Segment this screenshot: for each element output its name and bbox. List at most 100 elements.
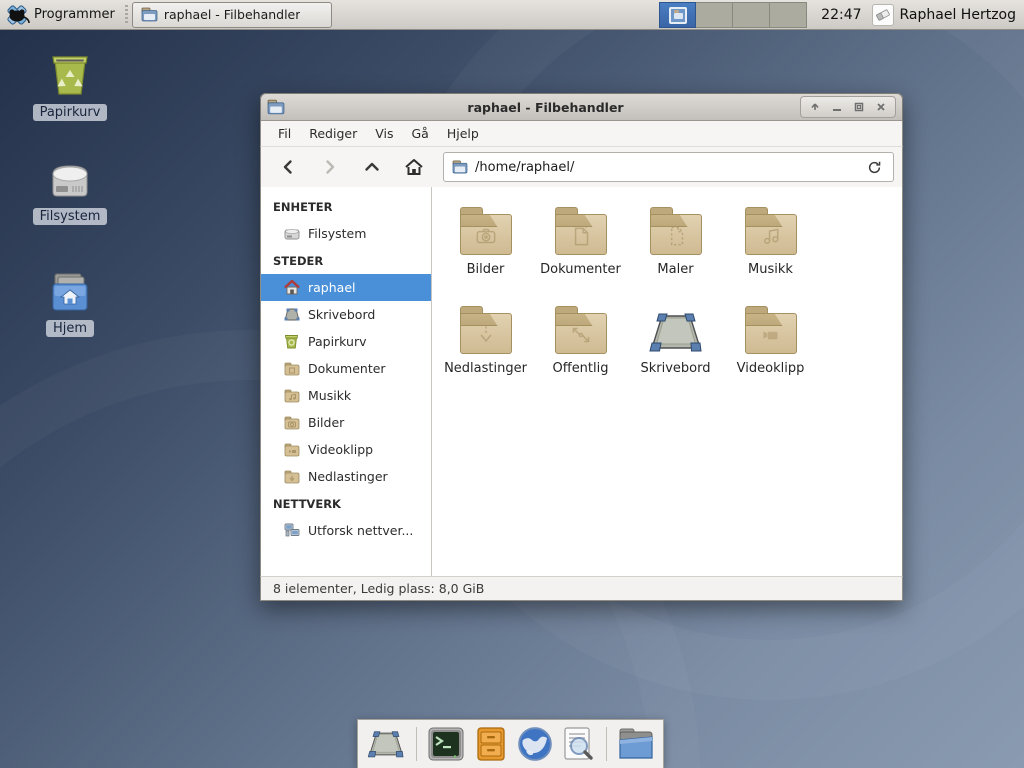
folder-downloads-icon — [283, 468, 300, 485]
file-item-videoklipp[interactable]: Videoklipp — [723, 294, 818, 393]
workspace-1[interactable] — [659, 2, 696, 28]
sidebar-item-dokumenter[interactable]: Dokumenter — [261, 355, 431, 382]
taskbar-window-button[interactable]: raphael - Filbehandler — [132, 2, 332, 28]
path-bar[interactable]: /home/raphael/ — [443, 152, 894, 182]
sidebar-item-musikk[interactable]: Musikk — [261, 382, 431, 409]
menu-help[interactable]: Hjelp — [438, 122, 488, 145]
statusbar: 8 ielementer, Ledig plass: 8,0 GiB — [260, 576, 903, 601]
sidebar-item-label: Bilder — [308, 415, 344, 430]
sidebar-item-label: Utforsk nettver... — [308, 523, 413, 538]
desktop-icon-filesystem[interactable]: Filsystem — [15, 158, 125, 225]
sidebar-item-network[interactable]: Utforsk nettver... — [261, 517, 431, 544]
folder-downloads-icon — [460, 313, 512, 354]
show-desktop-icon — [366, 729, 406, 759]
home-folder-icon — [47, 270, 93, 314]
top-panel: Programmer raphael - Filbehandler 22:47 — [0, 0, 1024, 30]
menubar: Fil Rediger Vis Gå Hjelp — [260, 121, 903, 147]
taskbar-window-label: raphael - Filbehandler — [164, 7, 301, 22]
maximize-button[interactable] — [850, 99, 868, 115]
file-cabinet-icon — [475, 726, 507, 762]
file-item-maler[interactable]: Maler — [628, 195, 723, 294]
titlebar[interactable]: raphael - Filbehandler — [260, 93, 903, 121]
eraser-icon — [872, 4, 894, 26]
clock: 22:47 — [821, 7, 861, 23]
sidebar-item-filesystem[interactable]: Filsystem — [261, 220, 431, 247]
sidebar-item-label: Nedlastinger — [308, 469, 388, 484]
menu-file[interactable]: Fil — [269, 122, 300, 145]
dock-separator — [416, 727, 417, 761]
sidebar-header-devices: ENHETER — [261, 193, 431, 220]
home-button[interactable] — [395, 152, 433, 182]
desktop-icon-home[interactable]: Hjem — [15, 270, 125, 337]
forward-button[interactable] — [311, 152, 349, 182]
session-applet[interactable]: Raphael Hertzog — [872, 4, 1016, 26]
reload-button[interactable] — [863, 156, 885, 178]
file-manager-launcher[interactable] — [473, 724, 509, 764]
dock — [357, 719, 664, 768]
menu-view[interactable]: Vis — [366, 122, 402, 145]
file-item-offentlig[interactable]: Offentlig — [533, 294, 628, 393]
sidebar-item-label: Videoklipp — [308, 442, 373, 457]
file-item-dokumenter[interactable]: Dokumenter — [533, 195, 628, 294]
globe-icon — [517, 726, 553, 762]
sidebar-item-bilder[interactable]: Bilder — [261, 409, 431, 436]
desktop-icon — [283, 306, 300, 323]
sidebar-header-places: STEDER — [261, 247, 431, 274]
file-label: Videoklipp — [737, 361, 805, 376]
file-item-musikk[interactable]: Musikk — [723, 195, 818, 294]
folder-launcher[interactable] — [617, 724, 655, 764]
close-button[interactable] — [872, 99, 890, 115]
folder-music-icon — [283, 387, 300, 404]
xfce-menu-icon[interactable] — [4, 3, 30, 27]
file-item-nedlastinger[interactable]: Nedlastinger — [438, 294, 533, 393]
file-label: Maler — [657, 262, 693, 277]
file-label: Nedlastinger — [444, 361, 527, 376]
toolbar: /home/raphael/ — [260, 147, 903, 187]
file-manager-window: raphael - Filbehandler Fil Rediger Vis G… — [260, 93, 903, 601]
desktop-icon-label: Papirkurv — [33, 104, 108, 121]
minimize-button[interactable] — [828, 99, 846, 115]
sidebar-item-nedlastinger[interactable]: Nedlastinger — [261, 463, 431, 490]
web-browser-launcher[interactable] — [517, 724, 553, 764]
workspace-4[interactable] — [770, 2, 807, 28]
workspace-3[interactable] — [733, 2, 770, 28]
file-label: Musikk — [748, 262, 793, 277]
sidebar-item-videoklipp[interactable]: Videoklipp — [261, 436, 431, 463]
file-item-bilder[interactable]: Bilder — [438, 195, 533, 294]
file-item-skrivebord[interactable]: Skrivebord — [628, 294, 723, 393]
shade-button[interactable] — [806, 99, 824, 115]
path-input[interactable]: /home/raphael/ — [475, 160, 856, 175]
workspace-2[interactable] — [696, 2, 733, 28]
folder-documents-icon — [283, 360, 300, 377]
back-button[interactable] — [269, 152, 307, 182]
folder-public-icon — [555, 313, 607, 354]
user-name: Raphael Hertzog — [900, 7, 1016, 23]
sidebar-item-raphael[interactable]: raphael — [261, 274, 431, 301]
up-button[interactable] — [353, 152, 391, 182]
desktop-icon-trash[interactable]: Papirkurv — [15, 52, 125, 121]
search-launcher[interactable] — [561, 724, 597, 764]
folder-documents-icon — [555, 214, 607, 255]
workspace-switcher[interactable] — [659, 2, 807, 28]
sidebar-item-skrivebord[interactable]: Skrivebord — [261, 301, 431, 328]
folder-icon — [617, 727, 655, 761]
window-icon — [267, 99, 285, 115]
folder-videos-icon — [283, 441, 300, 458]
menu-edit[interactable]: Rediger — [300, 122, 366, 145]
file-view[interactable]: Bilder Dokumenter — [432, 187, 902, 576]
file-label: Offentlig — [553, 361, 609, 376]
desktop-icon-label: Hjem — [46, 320, 94, 337]
terminal-launcher[interactable] — [427, 724, 465, 764]
status-text: 8 ielementer, Ledig plass: 8,0 GiB — [273, 581, 484, 596]
dock-separator — [606, 727, 607, 761]
harddrive-icon — [47, 158, 93, 202]
folder-pictures-icon — [283, 414, 300, 431]
show-desktop-button[interactable] — [366, 724, 406, 764]
search-document-icon — [561, 726, 595, 762]
taskbar-grip — [125, 5, 128, 25]
applications-menu[interactable]: Programmer — [34, 7, 115, 22]
sidebar-header-network: NETTVERK — [261, 490, 431, 517]
menu-go[interactable]: Gå — [403, 122, 438, 145]
folder-pictures-icon — [460, 214, 512, 255]
sidebar-item-papirkurv[interactable]: Papirkurv — [261, 328, 431, 355]
